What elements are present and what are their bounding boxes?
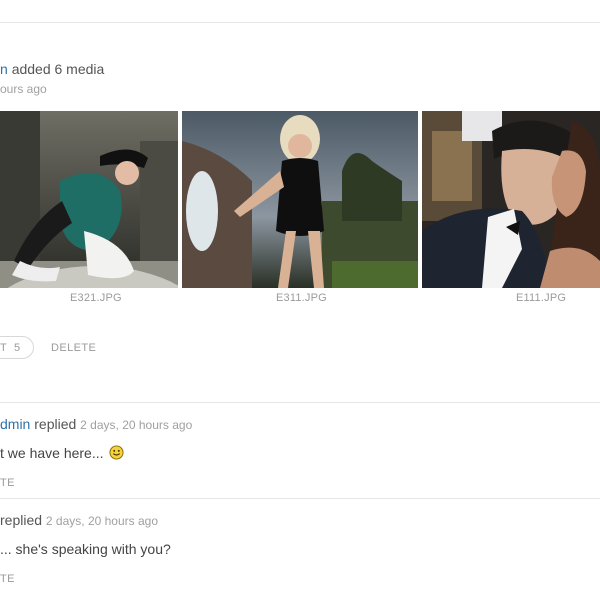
photo-woman-black-dress-icon: [182, 111, 418, 288]
media-filename-label: E311.JPG: [276, 292, 327, 304]
reply-divider: [0, 498, 600, 499]
activity-action-text: added 6 media: [11, 61, 105, 77]
media-thumbnail-e321[interactable]: [0, 111, 178, 288]
media-thumbnail-e111[interactable]: [422, 111, 600, 288]
media-thumbnail-e311[interactable]: [182, 111, 418, 288]
reply-text: ... she's speaking with you?: [0, 541, 171, 557]
media-filename-label: E111.JPG: [516, 292, 567, 304]
delete-button[interactable]: DELETE: [51, 342, 96, 354]
photo-couple-formal-icon: [422, 111, 600, 288]
reply-header: replied 2 days, 20 hours ago: [0, 512, 158, 528]
media-filename-label: E321.JPG: [70, 292, 122, 304]
reply-header: dmin replied 2 days, 20 hours ago: [0, 416, 192, 432]
comment-label: T: [0, 342, 7, 354]
smiley-face-icon: [109, 445, 124, 463]
activity-header: n added 6 media: [0, 61, 104, 77]
top-divider: [0, 22, 600, 23]
reply-timestamp: 2 days, 20 hours ago: [45, 514, 158, 528]
actor-link[interactable]: n: [0, 61, 8, 77]
reply-text: t we have here...: [0, 445, 124, 463]
photo-woman-crouching-icon: [0, 111, 178, 288]
reply-text-content: t we have here...: [0, 445, 104, 461]
reply-author-link[interactable]: dmin: [0, 416, 30, 432]
reply-delete-button[interactable]: TE: [0, 477, 15, 489]
activity-timestamp: ours ago: [0, 82, 47, 96]
reply-delete-button[interactable]: TE: [0, 573, 15, 585]
reply-divider: [0, 402, 600, 403]
reply-verb: replied: [0, 512, 43, 528]
comment-count: 5: [14, 342, 21, 354]
reply-timestamp: 2 days, 20 hours ago: [80, 418, 193, 432]
reply-verb: replied: [34, 416, 77, 432]
